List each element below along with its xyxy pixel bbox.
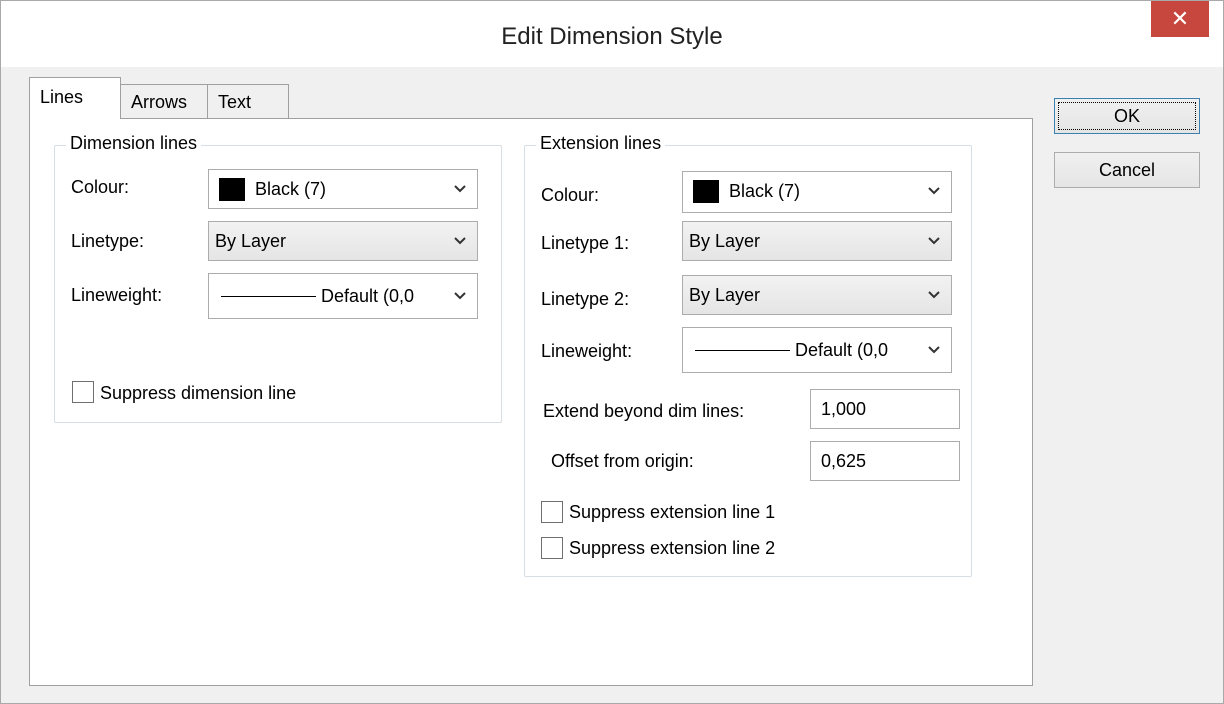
ext-colour-select[interactable]: Black (7) [682,171,952,213]
dimension-lines-title: Dimension lines [66,133,202,154]
focus-rectangle [1058,102,1196,130]
chevron-down-icon [928,291,940,299]
cancel-button[interactable]: Cancel [1054,152,1200,188]
close-button[interactable]: ✕ [1151,1,1209,37]
offset-from-origin-input[interactable]: 0,625 [810,441,960,481]
chevron-down-icon [928,346,940,354]
ext-lineweight-select[interactable]: Default (0,0 [682,327,952,373]
dim-linetype-label: Linetype: [71,231,145,251]
dim-linetype-select[interactable]: By Layer [208,221,478,261]
dim-colour-swatch [219,178,245,201]
offset-from-origin-label: Offset from origin: [551,451,694,471]
lineweight-sample [221,296,316,297]
ext-linetype1-value: By Layer [689,231,761,251]
ext-linetype2-value: By Layer [689,285,761,305]
suppress-extension-line-2-checkbox[interactable] [541,537,563,559]
tab-lines[interactable]: Lines [29,77,121,119]
ext-linetype1-label: Linetype 1: [541,233,630,253]
extension-lines-title: Extension lines [536,133,666,154]
dialog-title: Edit Dimension Style [501,23,723,50]
lines-tab-panel: Dimension lines Colour: Black (7) Linety… [29,118,1033,686]
chevron-down-icon [928,187,940,195]
lineweight-sample [695,350,790,351]
extend-beyond-input[interactable]: 1,000 [810,389,960,429]
dim-colour-label: Colour: [71,177,130,197]
ext-linetype2-label: Linetype 2: [541,289,630,309]
extend-beyond-label: Extend beyond dim lines: [543,401,745,421]
tab-text-label: Text [218,92,252,112]
suppress-extension-line-1-label: Suppress extension line 1 [569,502,776,522]
tab-lines-label: Lines [40,87,84,107]
chevron-down-icon [454,292,466,300]
ok-button[interactable]: OK [1054,98,1200,134]
suppress-dimension-line-label: Suppress dimension line [100,383,297,403]
dim-lineweight-label: Lineweight: [71,285,163,305]
suppress-extension-line-1-checkbox[interactable] [541,501,563,523]
ext-colour-swatch [693,180,719,203]
dim-colour-value: Black (7) [255,179,327,199]
suppress-dimension-line-checkbox[interactable] [72,381,94,403]
dim-lineweight-value: Default (0,0 [321,286,415,306]
edit-dimension-style-dialog: Edit Dimension Style ✕ Lines Arrows Text… [0,0,1224,704]
chevron-down-icon [454,237,466,245]
ext-colour-label: Colour: [541,185,600,205]
dim-lineweight-select[interactable]: Default (0,0 [208,273,478,319]
tab-text[interactable]: Text [207,84,289,119]
ext-linetype1-select[interactable]: By Layer [682,221,952,261]
ext-linetype2-select[interactable]: By Layer [682,275,952,315]
close-icon: ✕ [1170,6,1190,31]
cancel-button-label: Cancel [1098,160,1156,180]
suppress-extension-line-2-label: Suppress extension line 2 [569,538,776,558]
ext-colour-value: Black (7) [729,181,801,201]
tab-arrows[interactable]: Arrows [120,84,208,119]
ext-lineweight-value: Default (0,0 [795,340,889,360]
ext-lineweight-label: Lineweight: [541,341,633,361]
chevron-down-icon [928,237,940,245]
dim-colour-select[interactable]: Black (7) [208,169,478,209]
tab-arrows-label: Arrows [131,92,188,112]
dim-linetype-value: By Layer [215,231,287,251]
title-bar[interactable]: Edit Dimension Style ✕ [1,1,1223,67]
chevron-down-icon [454,185,466,193]
